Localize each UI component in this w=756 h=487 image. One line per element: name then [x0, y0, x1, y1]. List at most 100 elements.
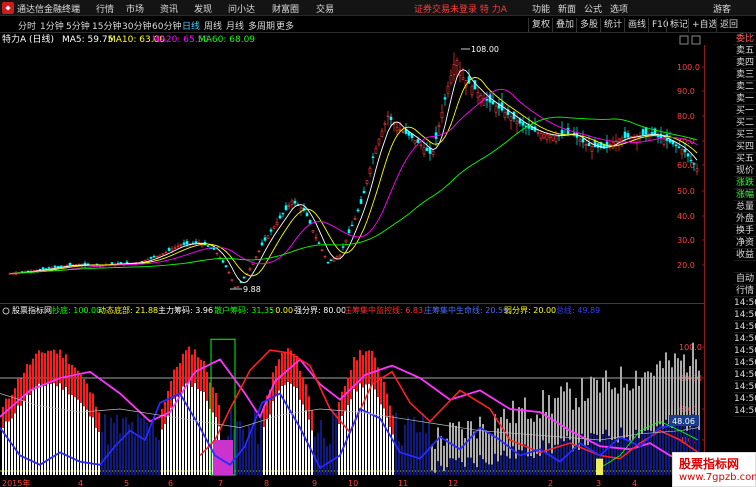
ma10-line — [9, 76, 698, 277]
menu-item-quote[interactable]: 行情 — [96, 2, 114, 15]
candle-body — [194, 241, 198, 244]
login-status[interactable]: 证券交易未登录 特 力A — [414, 2, 507, 15]
chip-bar-cap — [389, 405, 391, 427]
x-axis-label: 4 — [78, 479, 83, 487]
chip-bar-cap — [386, 393, 388, 418]
chip-bar-cap — [191, 354, 193, 387]
btn-overlay[interactable]: 叠加 — [552, 18, 577, 32]
candle-body — [692, 163, 696, 165]
chip-bar-cap — [344, 385, 346, 412]
main-y-tick: 40.0 — [677, 212, 695, 221]
candle-body — [623, 131, 627, 139]
chip-bar — [29, 394, 31, 475]
indicator-bars — [2, 338, 700, 476]
chip-bar-base — [440, 465, 442, 475]
chip-bar — [74, 397, 76, 475]
guest-user[interactable]: 游客 — [713, 2, 731, 15]
menu-item-discover[interactable]: 发现 — [194, 2, 212, 15]
chip-bar-cap — [179, 363, 181, 394]
value-badge-text: 48.06 — [672, 417, 695, 426]
candle-body — [440, 111, 444, 118]
period-monthly[interactable]: 月线 — [226, 19, 244, 32]
period-1min[interactable]: 1分钟 — [40, 19, 64, 32]
chip-bar — [80, 402, 82, 475]
chip-bar-base — [605, 429, 607, 475]
candle-body — [551, 135, 555, 141]
indicator-panel[interactable]: 股票指标网 抄底: 100.00 动态底部: 21.88 主力筹码: 3.96 … — [0, 303, 705, 478]
period-timeline[interactable]: 分时 — [18, 19, 36, 32]
menu-item-ask[interactable]: 问小达 — [228, 2, 255, 15]
btn-back[interactable]: 返回 — [716, 18, 741, 32]
menu-item-wealth[interactable]: 财富圈 — [272, 2, 299, 15]
settings-gear-icon[interactable] — [2, 307, 10, 315]
sidebar-item: 外盘 — [734, 214, 756, 225]
candle-body — [41, 267, 45, 270]
btn-restore-rights[interactable]: 复权 — [528, 18, 553, 32]
sidebar-item: 现价 — [734, 166, 756, 177]
chip-bar — [257, 444, 259, 475]
chip-bar — [83, 406, 85, 475]
candle-body — [515, 120, 519, 125]
chip-bar — [131, 421, 133, 475]
chip-bar-base — [443, 471, 445, 475]
sys-item-function[interactable]: 功能 — [532, 2, 550, 15]
candle-body — [257, 250, 261, 252]
candle-body — [536, 132, 540, 134]
chip-bar-cap — [365, 351, 367, 385]
chip-bar — [158, 439, 160, 475]
x-axis-label: 6 — [168, 479, 173, 487]
candle-body — [389, 116, 393, 121]
zoom-in-icon[interactable] — [679, 35, 689, 45]
candle-body — [674, 144, 678, 147]
period-more[interactable]: 更多 — [276, 19, 294, 32]
chip-bar-base — [491, 464, 493, 475]
chip-bar-cap — [44, 353, 46, 386]
chip-bar-cap — [71, 364, 73, 396]
legend-zero: : 0.00 — [270, 306, 293, 315]
period-30min[interactable]: 30分钟 — [122, 19, 151, 32]
candle-body — [206, 245, 210, 247]
watermark-title: 股票指标网 — [679, 457, 740, 471]
period-multi[interactable]: 多周期 — [248, 19, 275, 32]
candle-body — [59, 265, 63, 267]
sidebar-item: 14:50 — [734, 382, 756, 393]
period-15min[interactable]: 15分钟 — [92, 19, 121, 32]
candle-body — [170, 248, 174, 252]
retail-chips-bars — [213, 440, 233, 475]
sys-item-options[interactable]: 选项 — [610, 2, 628, 15]
menu-item-news[interactable]: 资讯 — [160, 2, 178, 15]
candle-body — [329, 259, 333, 262]
candle-body — [353, 218, 357, 221]
sys-item-newface[interactable]: 新面 — [558, 2, 576, 15]
app-logo-icon — [2, 2, 14, 14]
chip-bar-base — [629, 440, 631, 475]
candle-body — [680, 149, 684, 155]
chip-bar-base — [515, 458, 517, 475]
candle-body — [179, 244, 183, 246]
chip-bar-base — [608, 435, 610, 475]
chip-bar — [143, 416, 145, 475]
zoom-out-icon[interactable] — [691, 35, 701, 45]
kline-chart[interactable]: 特力A (日线) MA5: 59.75 MA10: 63.00 MA20: 65… — [0, 33, 705, 303]
period-weekly[interactable]: 周线 — [204, 19, 222, 32]
period-60min[interactable]: 60分钟 — [152, 19, 181, 32]
sidebar-item: 卖一 — [734, 94, 756, 105]
menu-item-trade[interactable]: 交易 — [316, 2, 334, 15]
chip-bar — [122, 418, 124, 475]
menu-item-market[interactable]: 市场 — [126, 2, 144, 15]
chip-bar — [152, 418, 154, 475]
chip-bar — [236, 421, 238, 475]
btn-statistics[interactable]: 统计 — [600, 18, 625, 32]
chip-bar-cap — [350, 370, 352, 400]
sys-item-formula[interactable]: 公式 — [584, 2, 602, 15]
chip-bar — [92, 417, 94, 475]
candle-body — [290, 200, 294, 205]
chip-bar — [287, 382, 289, 475]
period-5min[interactable]: 5分钟 — [66, 19, 90, 32]
candle-body — [437, 125, 441, 127]
candle-body — [260, 242, 264, 246]
btn-multi-stock[interactable]: 多股 — [576, 18, 601, 32]
candle-body — [548, 134, 552, 138]
period-daily[interactable]: 日线 — [182, 19, 200, 32]
btn-drawing[interactable]: 画线 — [624, 18, 649, 32]
